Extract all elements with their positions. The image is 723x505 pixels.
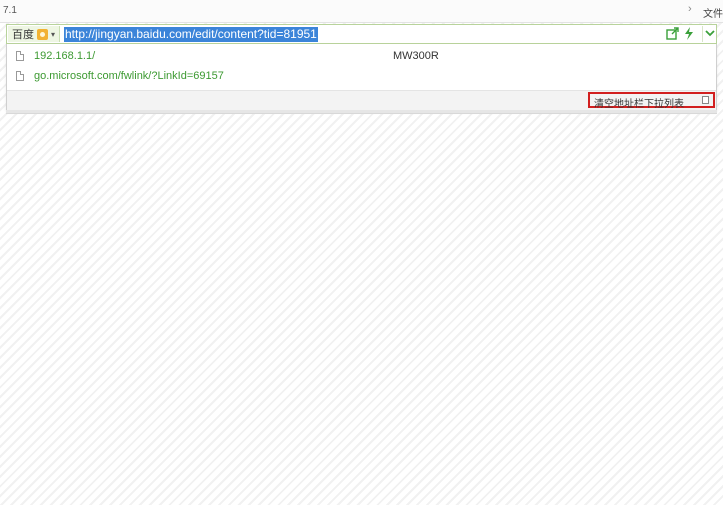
chevron-right-icon[interactable]: › (688, 3, 692, 15)
clear-history-label: 清空地址栏下拉列表 (594, 99, 684, 110)
dropdown-footer: 清空地址栏下拉列表 (7, 90, 716, 110)
page-icon (16, 71, 24, 81)
file-menu[interactable]: 文件 (703, 5, 723, 20)
search-engine-label: 百度 (12, 29, 34, 41)
dropdown-item[interactable]: 192.168.1.1/ MW300R (7, 47, 716, 67)
share-icon[interactable] (666, 27, 680, 41)
top-strip: 7.1 › 文件 (0, 0, 723, 23)
dropdown-chevron-icon[interactable] (704, 27, 718, 41)
version-label: 7.1 (3, 5, 17, 16)
dropdown-item-url: 192.168.1.1/ (34, 50, 96, 62)
toolbar-underlay (6, 110, 717, 114)
chevron-down-icon: ▾ (51, 29, 56, 39)
separator (702, 26, 703, 42)
trash-icon (702, 96, 709, 104)
dropdown-item[interactable]: go.microsoft.com/fwlink/?LinkId=69157 (7, 67, 716, 87)
clear-history-button[interactable]: 清空地址栏下拉列表 (588, 92, 715, 110)
address-dropdown: 192.168.1.1/ MW300R go.microsoft.com/fwl… (6, 44, 717, 110)
search-engine-selector[interactable]: 百度 ▾ (8, 26, 61, 42)
dropdown-item-title: MW300R (393, 50, 439, 62)
address-bar[interactable]: 百度 ▾ http://jingyan.baidu.com/edit/conte… (6, 24, 717, 44)
page-icon (16, 51, 24, 61)
lightning-icon[interactable] (683, 27, 697, 41)
dropdown-item-url: go.microsoft.com/fwlink/?LinkId=69157 (34, 70, 224, 82)
baidu-paw-icon (37, 28, 48, 40)
address-input[interactable]: http://jingyan.baidu.com/edit/content?ti… (64, 27, 318, 42)
